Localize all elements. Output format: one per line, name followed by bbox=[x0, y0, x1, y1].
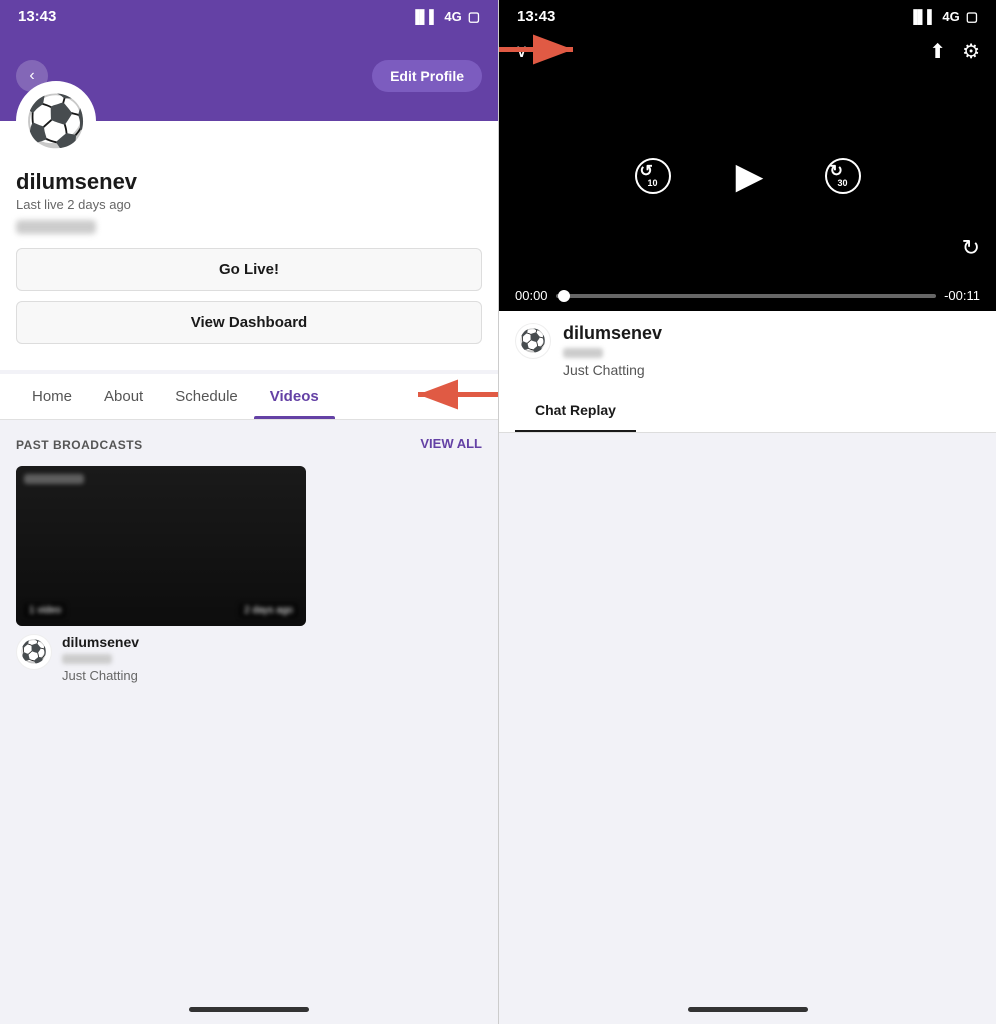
video-overlay: 1 video 2 days ago bbox=[16, 466, 306, 626]
home-bar bbox=[189, 1007, 309, 1012]
right-battery-icon: ▢ bbox=[966, 9, 978, 25]
play-button[interactable]: ▶ bbox=[723, 151, 773, 201]
chat-area bbox=[499, 433, 996, 994]
stream-sub-blurred bbox=[563, 348, 603, 358]
video-thumbnail[interactable]: 1 video 2 days ago bbox=[16, 466, 306, 626]
signal-icon: ▐▌▌ bbox=[411, 9, 439, 24]
go-live-button[interactable]: Go Live! bbox=[16, 248, 482, 291]
stream-info: dilumsenev Just Chatting bbox=[563, 323, 662, 378]
video-bottom-bar: 1 video 2 days ago bbox=[24, 603, 298, 618]
time-end: -00:11 bbox=[944, 288, 980, 303]
video-card[interactable]: 1 video 2 days ago ⚽ dilumsenev Just Cha… bbox=[16, 466, 482, 683]
video-player[interactable]: ∨ ⬆ ⚙ bbox=[499, 31, 996, 311]
tab-videos[interactable]: Videos bbox=[254, 374, 335, 419]
video-sub-blurred bbox=[62, 654, 112, 664]
video-username: dilumsenev bbox=[62, 634, 139, 650]
stream-info-section: ⚽ dilumsenev Just Chatting bbox=[499, 311, 996, 390]
video-info: dilumsenev Just Chatting bbox=[62, 634, 139, 683]
video-age-badge: 2 days ago bbox=[239, 603, 298, 618]
avatar-container: ⚽ bbox=[16, 81, 482, 161]
settings-icon[interactable]: ⚙ bbox=[962, 39, 980, 64]
left-phone: 13:43 ▐▌▌ 4G ▢ ‹ Edit Profile ⚽ dilumsen… bbox=[0, 0, 498, 1024]
stream-username: dilumsenev bbox=[563, 323, 662, 344]
profile-section: ⚽ dilumsenev Last live 2 days ago Go Liv… bbox=[0, 121, 498, 370]
time-start: 00:00 bbox=[515, 288, 548, 303]
nav-tabs: Home About Schedule Videos bbox=[0, 374, 498, 420]
view-all-link[interactable]: VIEW ALL bbox=[420, 436, 482, 451]
right-arrow-annotation bbox=[498, 34, 588, 69]
left-arrow-annotation bbox=[408, 374, 498, 414]
right-home-indicator bbox=[499, 994, 996, 1024]
right-home-bar bbox=[688, 1007, 808, 1012]
followers-count bbox=[16, 220, 96, 234]
player-controls-center: ↺ 10 ▶ ↻ 30 bbox=[499, 72, 996, 280]
right-time: 13:43 bbox=[517, 8, 555, 25]
tab-home[interactable]: Home bbox=[16, 374, 88, 419]
refresh-icon[interactable]: ↻ bbox=[962, 235, 980, 261]
right-phone: 13:43 ▐▌▌ 4G ▢ ∨ bbox=[498, 0, 996, 1024]
section-title: PAST BROADCASTS bbox=[16, 438, 143, 452]
right-signal-icon: ▐▌▌ bbox=[909, 9, 937, 24]
stream-category: Just Chatting bbox=[563, 362, 662, 378]
network-type: 4G bbox=[444, 9, 461, 24]
right-arrow-svg bbox=[498, 34, 588, 64]
right-network-type: 4G bbox=[942, 9, 959, 24]
share-icon[interactable]: ⬆ bbox=[929, 39, 946, 64]
video-avatar: ⚽ bbox=[16, 634, 52, 670]
section-header: PAST BROADCASTS VIEW ALL bbox=[16, 436, 482, 454]
left-home-indicator bbox=[0, 994, 498, 1024]
last-live-text: Last live 2 days ago bbox=[16, 197, 482, 212]
view-dashboard-button[interactable]: View Dashboard bbox=[16, 301, 482, 344]
right-status-bar: 13:43 ▐▌▌ 4G ▢ bbox=[499, 0, 996, 31]
player-bottom-bar: 00:00 -00:11 bbox=[499, 280, 996, 311]
left-time: 13:43 bbox=[18, 8, 56, 25]
video-category: Just Chatting bbox=[62, 668, 139, 683]
tab-chat-replay[interactable]: Chat Replay bbox=[515, 390, 636, 432]
player-top-bar: ∨ ⬆ ⚙ bbox=[499, 31, 996, 72]
stream-avatar: ⚽ bbox=[515, 323, 551, 359]
avatar: ⚽ bbox=[16, 81, 96, 161]
chevron-down-icon[interactable]: ∨ bbox=[515, 41, 528, 62]
video-title-blurred bbox=[24, 474, 84, 484]
video-meta: ⚽ dilumsenev Just Chatting bbox=[16, 634, 482, 683]
username: dilumsenev bbox=[16, 169, 482, 195]
tab-about[interactable]: About bbox=[88, 374, 159, 419]
progress-dot[interactable] bbox=[558, 290, 570, 302]
content-area: PAST BROADCASTS VIEW ALL 1 video 2 days … bbox=[0, 420, 498, 994]
video-duration-badge: 1 video bbox=[24, 603, 66, 618]
right-tabs: Chat Replay bbox=[499, 390, 996, 433]
rewind-button[interactable]: ↺ 10 bbox=[633, 156, 673, 196]
progress-bar[interactable] bbox=[556, 294, 937, 298]
skip-button[interactable]: ↻ 30 bbox=[823, 156, 863, 196]
tab-schedule[interactable]: Schedule bbox=[159, 374, 254, 419]
left-status-bar: 13:43 ▐▌▌ 4G ▢ bbox=[0, 0, 498, 31]
battery-icon: ▢ bbox=[468, 9, 480, 25]
